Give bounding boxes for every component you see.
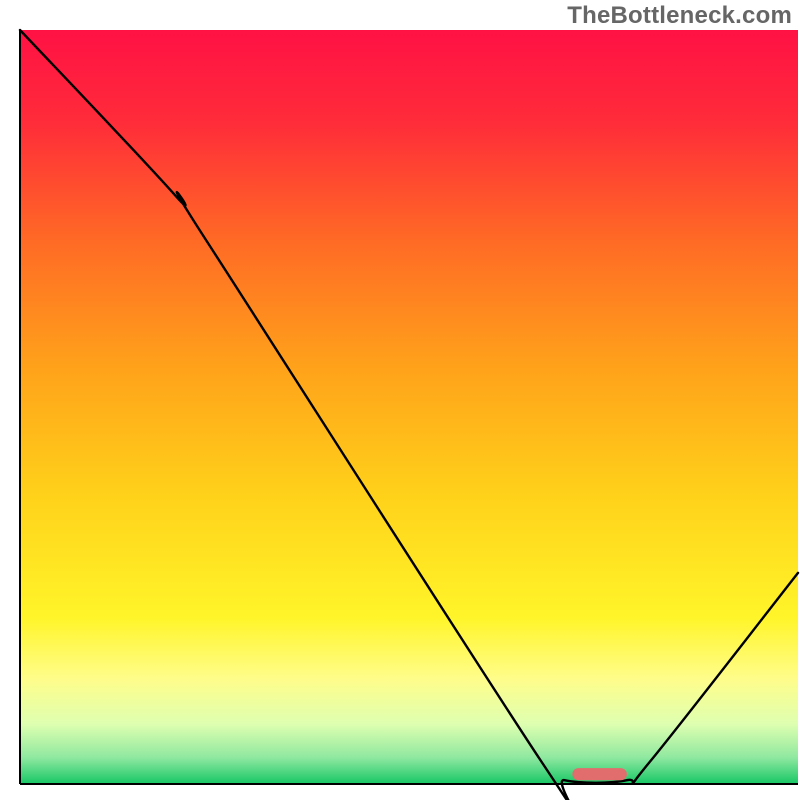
optimal-marker — [572, 768, 626, 780]
bottleneck-chart — [0, 0, 800, 800]
chart-background — [20, 30, 798, 784]
chart-container: { "watermark": "TheBottleneck.com", "cha… — [0, 0, 800, 800]
